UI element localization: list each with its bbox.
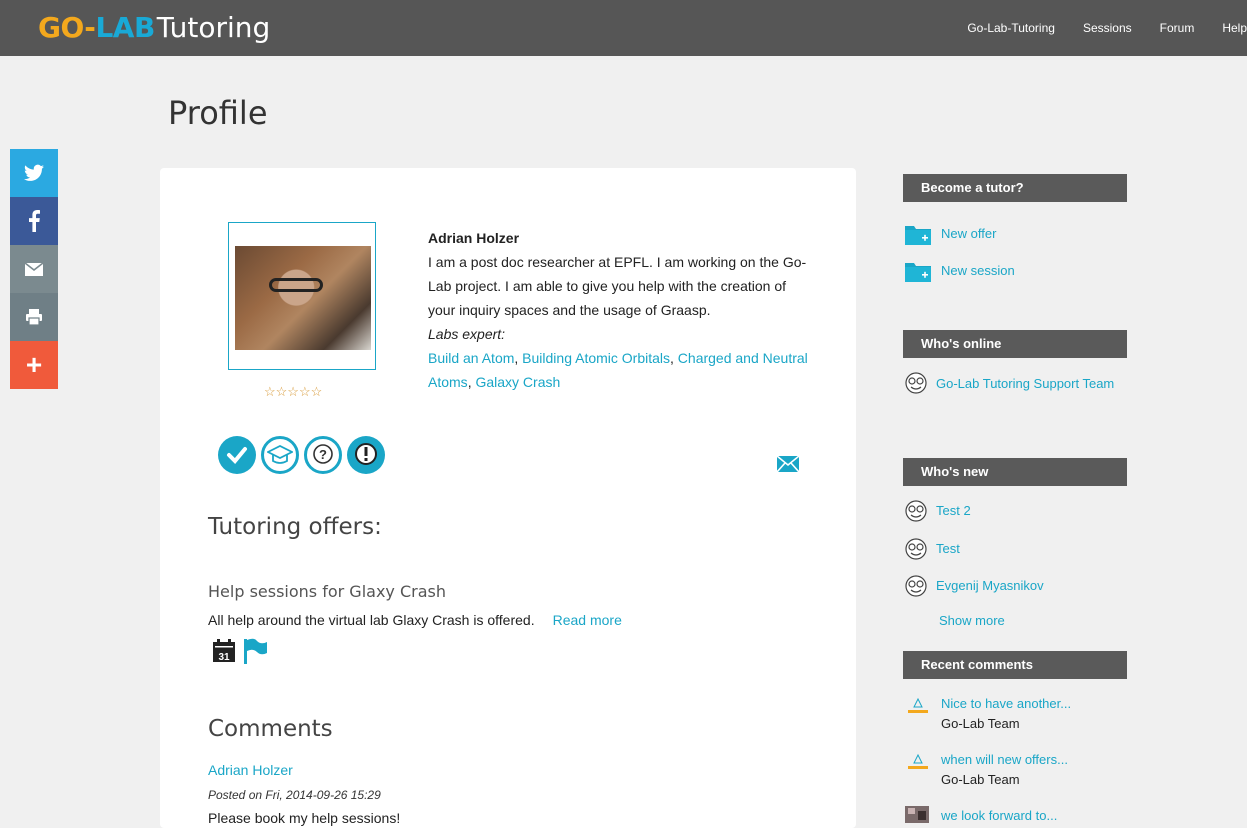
logo-tutoring: Tutoring	[156, 11, 271, 44]
profile-name: Adrian Holzer	[428, 230, 520, 246]
new-user-link[interactable]: Test	[936, 541, 960, 556]
profile-photo	[235, 246, 371, 350]
recent-comments-title: Recent comments	[903, 651, 1127, 679]
become-tutor-title: Become a tutor?	[903, 174, 1127, 202]
comment-author[interactable]: Adrian Holzer	[208, 762, 293, 778]
logo-go: GO-	[38, 11, 96, 44]
new-offer-link[interactable]: New offer	[941, 226, 996, 241]
comment-posted-date: Posted on Fri, 2014-09-26 15:29	[208, 788, 381, 802]
user-avatar-icon	[905, 372, 927, 394]
lab-link-build-an-atom[interactable]: Build an Atom	[428, 350, 514, 366]
go-lab-logo-icon	[908, 697, 928, 713]
read-more-link[interactable]: Read more	[553, 612, 622, 628]
twitter-share-button[interactable]	[10, 149, 58, 197]
rating-stars[interactable]: ☆☆☆☆☆	[264, 384, 322, 400]
user-photo-avatar	[905, 806, 929, 823]
facebook-share-button[interactable]	[10, 197, 58, 245]
recent-comment-link[interactable]: Nice to have another...	[941, 696, 1071, 711]
nav-sessions[interactable]: Sessions	[1083, 21, 1132, 35]
social-share-bar: +	[10, 149, 58, 389]
site-logo[interactable]: GO-LABTutoring	[38, 8, 270, 48]
twitter-icon	[24, 164, 44, 181]
checkmark-icon	[227, 447, 247, 464]
lab-link-galaxy-crash[interactable]: Galaxy Crash	[475, 374, 560, 390]
new-session-link[interactable]: New session	[941, 263, 1015, 278]
profile-description: I am a post doc researcher at EPFL. I am…	[428, 254, 807, 318]
plus-icon: +	[25, 349, 43, 380]
profile-photo-frame	[228, 222, 376, 370]
comment-body: Please book my help sessions!	[208, 810, 401, 826]
verified-badge	[218, 436, 256, 474]
page-title: Profile	[168, 94, 268, 132]
add-folder-icon[interactable]	[905, 260, 931, 282]
labs-expert-label: Labs expert:	[428, 326, 506, 342]
user-avatar-icon	[905, 538, 927, 560]
add-folder-icon[interactable]	[905, 223, 931, 245]
more-share-button[interactable]: +	[10, 341, 58, 389]
photo-glasses	[269, 278, 323, 292]
envelope-icon	[776, 455, 800, 473]
nav-go-lab-tutoring[interactable]: Go-Lab-Tutoring	[967, 21, 1055, 35]
new-user-link[interactable]: Test 2	[936, 503, 971, 518]
recent-comment-link[interactable]: we look forward to...	[941, 808, 1057, 823]
exclamation-badge	[347, 436, 385, 474]
question-icon: ?	[313, 444, 333, 464]
email-share-button[interactable]	[10, 245, 58, 293]
profile-bio: Adrian Holzer I am a post doc researcher…	[428, 226, 813, 394]
logo-lab: LAB	[95, 11, 155, 44]
new-user-link[interactable]: Evgenij Myasnikov	[936, 578, 1044, 593]
exclamation-icon	[355, 443, 377, 465]
show-more-link[interactable]: Show more	[939, 613, 1005, 628]
printer-icon	[26, 309, 42, 325]
envelope-icon	[25, 262, 43, 276]
main-nav: Go-Lab-Tutoring Sessions Forum Help	[967, 0, 1247, 56]
user-avatar-icon	[905, 500, 927, 522]
calendar-icon[interactable]: 31	[212, 639, 236, 663]
labs-list: Build an Atom, Building Atomic Orbitals,…	[428, 350, 808, 390]
online-user-link[interactable]: Go-Lab Tutoring Support Team	[936, 374, 1116, 394]
go-lab-logo-icon	[908, 753, 928, 769]
contact-button[interactable]	[776, 455, 800, 477]
whos-new-title: Who's new	[903, 458, 1127, 486]
offer-title: Help sessions for Glaxy Crash	[208, 582, 446, 601]
calendar-day: 31	[218, 652, 230, 663]
offer-description: All help around the virtual lab Glaxy Cr…	[208, 612, 622, 628]
top-bar: GO-LABTutoring Go-Lab-Tutoring Sessions …	[0, 0, 1247, 56]
print-button[interactable]	[10, 293, 58, 341]
offer-description-text: All help around the virtual lab Glaxy Cr…	[208, 612, 535, 628]
tutoring-offers-heading: Tutoring offers:	[208, 514, 382, 540]
graduate-badge	[261, 436, 299, 474]
facebook-icon	[29, 210, 40, 232]
recent-comment-author: Go-Lab Team	[941, 716, 1020, 731]
recent-comment-link[interactable]: when will new offers...	[941, 752, 1068, 767]
badge-row: ?	[218, 436, 390, 474]
flag-icon[interactable]	[242, 638, 268, 664]
nav-help[interactable]: Help	[1222, 21, 1247, 35]
nav-forum[interactable]: Forum	[1160, 21, 1195, 35]
question-badge: ?	[304, 436, 342, 474]
graduation-cap-icon	[267, 444, 293, 464]
comments-heading: Comments	[208, 716, 333, 742]
svg-text:?: ?	[319, 447, 327, 462]
user-avatar-icon	[905, 575, 927, 597]
whos-online-title: Who's online	[903, 330, 1127, 358]
profile-card: ☆☆☆☆☆ ? Adrian Holzer I am a post doc re…	[160, 168, 856, 828]
lab-link-building-atomic-orbitals[interactable]: Building Atomic Orbitals	[522, 350, 670, 366]
recent-comment-author: Go-Lab Team	[941, 772, 1020, 787]
offer-icons: 31	[212, 638, 268, 664]
